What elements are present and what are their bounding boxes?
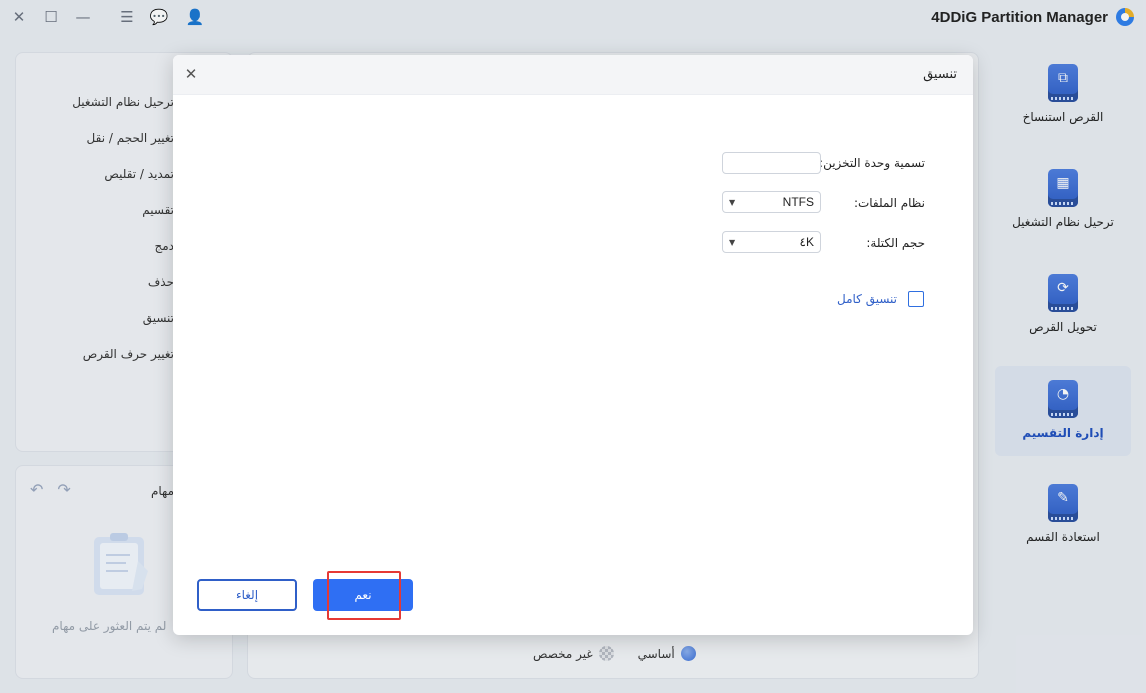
cluster-size-label: حجم الكتلة:	[866, 236, 925, 250]
format-dialog: ✕ تنسيق تسمية وحدة التخزين: نظام الملفات…	[173, 55, 973, 635]
full-format-label[interactable]: تنسيق كامل	[837, 292, 897, 306]
close-icon[interactable]: ✕	[181, 64, 201, 84]
volume-label-label: تسمية وحدة التخزين:	[819, 156, 925, 170]
file-system-select[interactable]: ▼ NTFS	[722, 191, 821, 213]
dialog-title: تنسيق	[923, 67, 957, 82]
cluster-size-value: ٤K	[799, 235, 814, 249]
cancel-button[interactable]: إلغاء	[197, 579, 297, 611]
volume-label-input[interactable]	[722, 152, 821, 174]
file-system-label: نظام الملفات:	[853, 196, 925, 210]
file-system-value: NTFS	[782, 195, 814, 209]
full-format-checkbox[interactable]	[908, 291, 924, 307]
dialog-header: ✕ تنسيق	[173, 55, 973, 95]
cluster-size-select[interactable]: ▼ ٤K	[722, 231, 821, 253]
ok-button[interactable]: نعم	[313, 579, 413, 611]
chevron-down-icon: ▼	[729, 197, 736, 207]
chevron-down-icon: ▼	[729, 237, 736, 247]
